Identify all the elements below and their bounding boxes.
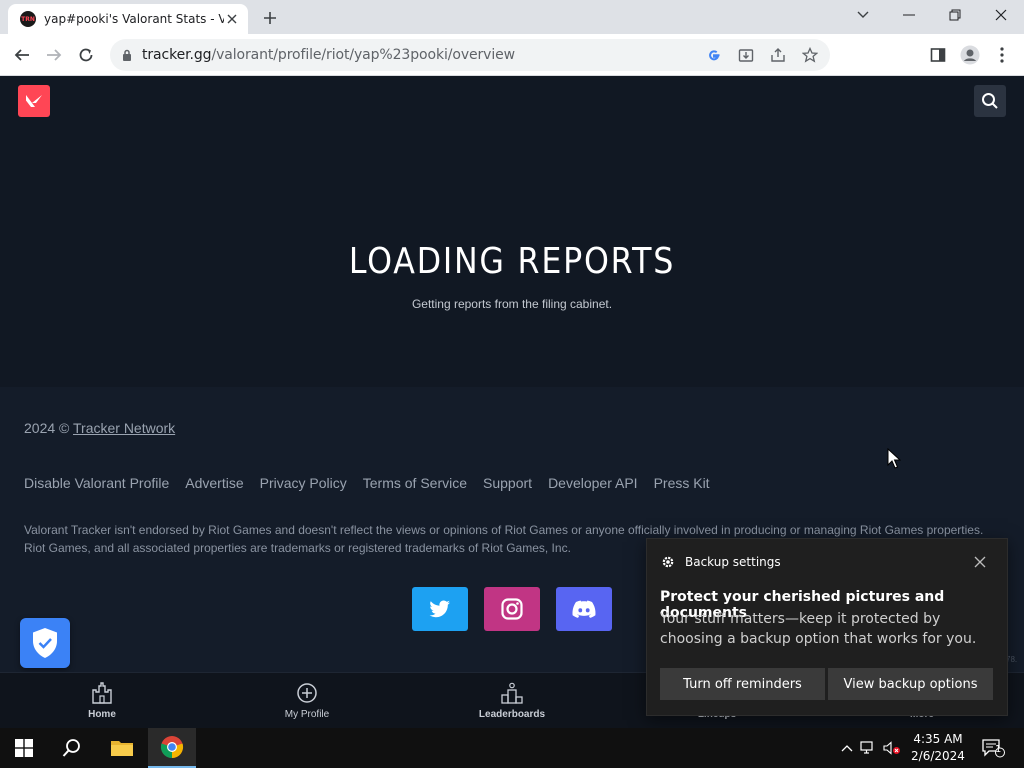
volume-muted-icon[interactable] (880, 741, 904, 755)
new-tab-icon[interactable] (258, 7, 282, 29)
view-backup-options-button[interactable]: View backup options (828, 668, 993, 700)
castle-icon (92, 682, 112, 704)
url-text: tracker.gg/valorant/profile/riot/yap%23p… (142, 47, 515, 63)
footer-links: Disable Valorant Profile Advertise Priva… (24, 475, 710, 491)
twitter-icon (429, 600, 450, 618)
back-icon[interactable] (8, 41, 36, 69)
notification-app-name: Backup settings (685, 555, 781, 569)
system-tray (838, 728, 904, 768)
nav-label-my-profile: My Profile (284, 709, 330, 720)
lock-icon (123, 49, 131, 61)
favicon-text: TRN (21, 15, 35, 23)
taskbar-search-button[interactable] (48, 728, 96, 768)
site-search-icon[interactable] (974, 85, 1006, 117)
instagram-icon (501, 598, 523, 620)
instagram-button[interactable] (484, 587, 540, 631)
twitter-button[interactable] (412, 587, 468, 631)
notification-close-icon[interactable] (973, 555, 987, 569)
backup-notification: Backup settings Protect your cherished p… (646, 538, 1008, 716)
loading-subtitle: Getting reports from the filing cabinet. (411, 297, 613, 311)
minimize-icon[interactable] (886, 0, 932, 30)
url-host: tracker.gg (142, 47, 212, 63)
notification-header: Backup settings (661, 555, 781, 569)
clock-time: 4:35 AM (913, 732, 963, 746)
footer-link-press-kit[interactable]: Press Kit (654, 475, 710, 491)
nav-label-leaderboards: Leaderboards (478, 709, 546, 720)
taskbar-clock[interactable]: 4:35 AM 2/6/2024 (908, 731, 968, 765)
reload-icon[interactable] (72, 41, 100, 69)
footer-link-advertise[interactable]: Advertise (185, 475, 243, 491)
windows-logo-icon (15, 739, 33, 757)
search-icon (62, 739, 80, 757)
footer-link-privacy[interactable]: Privacy Policy (260, 475, 347, 491)
nav-my-profile[interactable]: My Profile (257, 681, 357, 720)
browser-tab[interactable]: TRN yap#pooki's Valorant Stats - Valo (8, 4, 248, 34)
discord-button[interactable] (556, 587, 612, 631)
copyright-prefix: 2024 © (24, 420, 70, 436)
notification-count-badge: 1 (995, 744, 1002, 755)
browser-menu-icon[interactable] (988, 41, 1016, 69)
forward-icon[interactable] (40, 41, 68, 69)
clock-date: 2/6/2024 (911, 749, 965, 763)
discord-icon (572, 600, 596, 618)
footer-link-support[interactable]: Support (483, 475, 532, 491)
restore-icon[interactable] (932, 0, 978, 30)
valorant-logo-icon[interactable] (18, 85, 50, 117)
browser-tab-strip: TRN yap#pooki's Valorant Stats - Valo (0, 0, 1024, 34)
plus-circle-icon (297, 683, 317, 703)
settings-gear-icon (662, 556, 674, 568)
shield-check-icon (33, 628, 57, 658)
start-button[interactable] (0, 728, 48, 768)
google-icon[interactable] (702, 43, 726, 67)
address-bar[interactable]: tracker.gg/valorant/profile/riot/yap%23p… (110, 39, 830, 71)
loading-title: LOADING REPORTS (348, 241, 676, 282)
mouse-cursor-icon (887, 448, 901, 469)
folder-icon (111, 741, 133, 756)
notifications-icon (982, 739, 1005, 758)
close-window-icon[interactable] (978, 0, 1024, 30)
privacy-shield-button[interactable] (20, 618, 70, 668)
nav-leaderboards[interactable]: Leaderboards (462, 681, 562, 720)
url-path: /valorant/profile/riot/yap%23pooki/overv… (211, 47, 516, 63)
windows-taskbar: 4:35 AM 2/6/2024 1 (0, 728, 1024, 768)
tray-overflow-icon[interactable] (838, 744, 856, 752)
footer-link-disable-profile[interactable]: Disable Valorant Profile (24, 475, 169, 491)
network-icon[interactable] (856, 741, 880, 755)
browser-toolbar: tracker.gg/valorant/profile/riot/yap%23p… (0, 34, 1024, 76)
social-links (412, 587, 612, 631)
copyright: 2024 © Tracker Network (24, 420, 175, 436)
share-icon[interactable] (766, 43, 790, 67)
tracker-network-link[interactable]: Tracker Network (73, 420, 175, 436)
turn-off-reminders-button[interactable]: Turn off reminders (660, 668, 825, 700)
chrome-icon (160, 736, 184, 759)
tab-close-icon[interactable] (224, 11, 240, 27)
bookmark-star-icon[interactable] (798, 43, 822, 67)
footer-link-developer-api[interactable]: Developer API (548, 475, 638, 491)
disclaimer-line-1: Valorant Tracker isn't endorsed by Riot … (24, 523, 984, 537)
tab-search-icon[interactable] (840, 0, 886, 30)
notification-body: Your stuff matters—keep it protected by … (660, 611, 977, 647)
tracker-favicon-icon: TRN (20, 11, 36, 27)
nav-home[interactable]: Home (52, 681, 152, 720)
chrome-taskbar-button[interactable] (148, 728, 196, 768)
podium-icon (501, 682, 523, 704)
file-explorer-button[interactable] (98, 728, 146, 768)
tab-title: yap#pooki's Valorant Stats - Valo (44, 12, 224, 26)
nav-label-home: Home (88, 709, 116, 720)
install-app-icon[interactable] (734, 43, 758, 67)
profile-avatar-icon[interactable] (956, 41, 984, 69)
action-center-button[interactable]: 1 (970, 728, 1016, 768)
side-panel-icon[interactable] (924, 41, 952, 69)
footer-link-terms[interactable]: Terms of Service (363, 475, 467, 491)
